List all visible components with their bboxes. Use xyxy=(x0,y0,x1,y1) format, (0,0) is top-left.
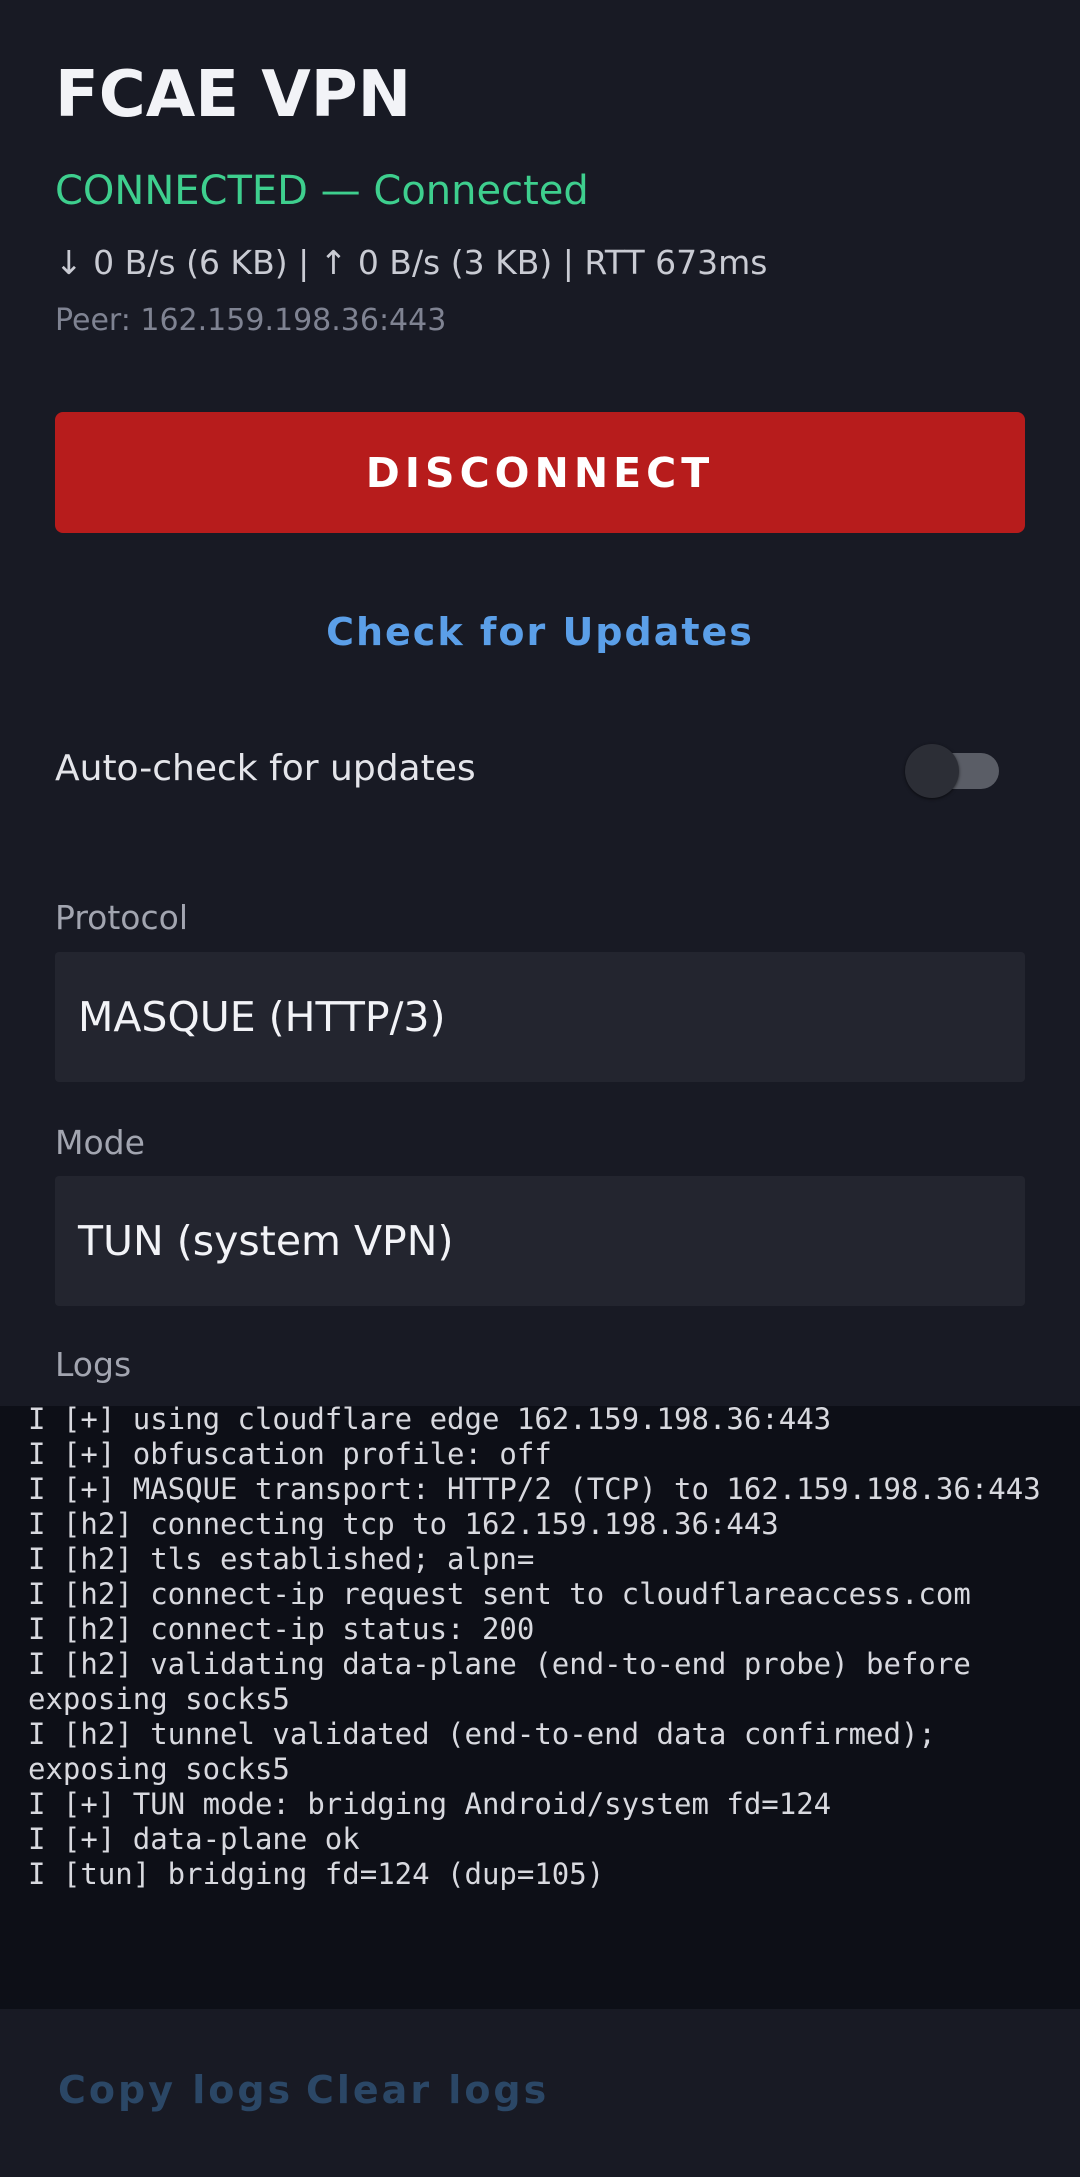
clear-logs-button[interactable]: Clear logs xyxy=(306,2068,549,2112)
mode-label: Mode xyxy=(55,1123,145,1162)
check-updates-button[interactable]: Check for Updates xyxy=(0,610,1080,654)
disconnect-button[interactable]: DISCONNECT xyxy=(55,412,1025,533)
logs-label: Logs xyxy=(55,1345,132,1384)
log-line: I [tun] bridging fd=124 (dup=105) xyxy=(28,1857,605,1891)
log-lines: I [+] using cloudflare edge 162.159.198.… xyxy=(28,1406,1058,1892)
auto-check-toggle[interactable] xyxy=(905,744,999,798)
log-line: I [+] MASQUE transport: HTTP/2 (TCP) to … xyxy=(28,1472,1041,1506)
log-line: I [h2] validating data-plane (end-to-end… xyxy=(28,1647,989,1716)
log-line: I [h2] tls established; alpn= xyxy=(28,1542,535,1576)
log-line: I [h2] tunnel validated (end-to-end data… xyxy=(28,1717,954,1786)
log-line: I [h2] connect-ip request sent to cloudf… xyxy=(28,1577,971,1611)
traffic-stats: ↓ 0 B/s (6 KB) | ↑ 0 B/s (3 KB) | RTT 67… xyxy=(55,243,768,282)
log-line: I [h2] connecting tcp to 162.159.198.36:… xyxy=(28,1507,779,1541)
mode-value: TUN (system VPN) xyxy=(78,1217,454,1265)
toggle-thumb xyxy=(905,744,959,798)
log-line: I [+] using cloudflare edge 162.159.198.… xyxy=(28,1406,832,1436)
protocol-value: MASQUE (HTTP/3) xyxy=(78,993,446,1041)
log-line: I [+] TUN mode: bridging Android/system … xyxy=(28,1787,832,1821)
log-line: I [h2] connect-ip status: 200 xyxy=(28,1612,535,1646)
auto-check-label: Auto-check for updates xyxy=(55,748,476,789)
peer-address: Peer: 162.159.198.36:443 xyxy=(55,303,447,338)
log-line: I [+] data-plane ok xyxy=(28,1822,360,1856)
mode-select[interactable]: TUN (system VPN) xyxy=(55,1176,1025,1306)
connection-status: CONNECTED — Connected xyxy=(55,168,589,214)
protocol-label: Protocol xyxy=(55,898,188,937)
app-title: FCAE VPN xyxy=(55,58,412,132)
log-output[interactable]: I [+] using cloudflare edge 162.159.198.… xyxy=(0,1406,1080,2009)
log-line: I [+] obfuscation profile: off xyxy=(28,1437,552,1471)
protocol-select[interactable]: MASQUE (HTTP/3) xyxy=(55,952,1025,1082)
copy-logs-button[interactable]: Copy logs xyxy=(58,2068,293,2112)
